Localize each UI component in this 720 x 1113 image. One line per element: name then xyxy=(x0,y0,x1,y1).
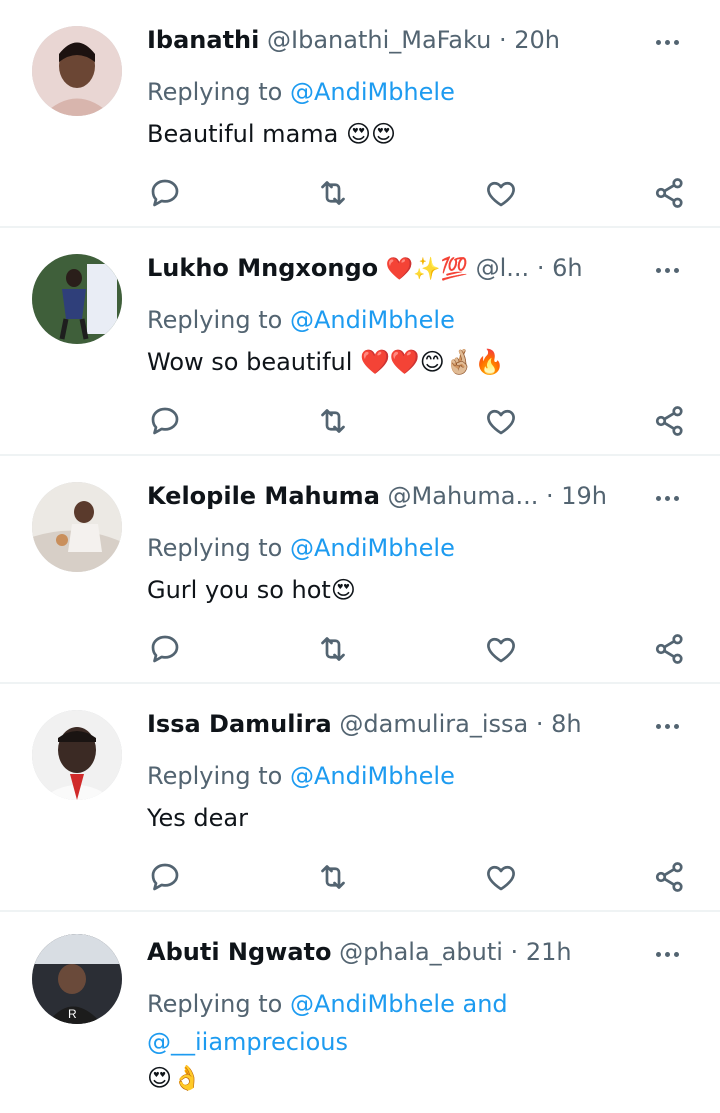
divider xyxy=(0,454,720,456)
reply-icon[interactable] xyxy=(147,175,183,211)
divider xyxy=(0,226,720,228)
retweet-icon[interactable] xyxy=(315,631,351,667)
avatar[interactable] xyxy=(32,254,122,344)
mention-link[interactable]: @AndiMbhele xyxy=(290,990,455,1018)
replies-feed: Ibanathi @Ibanathi_MaFaku · 20h Replying… xyxy=(0,0,720,1113)
replying-to: Replying to @AndiMbhele xyxy=(147,756,455,796)
retweet-icon[interactable] xyxy=(315,175,351,211)
share-icon[interactable] xyxy=(652,859,688,895)
author-handle[interactable]: @damulira_issa xyxy=(339,710,528,738)
replying-to: Replying to @AndiMbhele xyxy=(147,300,455,340)
mention-link[interactable]: @AndiMbhele xyxy=(290,762,455,790)
replying-to: Replying to @AndiMbhele xyxy=(147,72,455,112)
replying-to: Replying to @AndiMbhele xyxy=(147,528,455,568)
separator: · xyxy=(510,938,519,966)
like-icon[interactable] xyxy=(483,175,519,211)
like-icon[interactable] xyxy=(483,403,519,439)
tweet-text: Yes dear xyxy=(147,804,248,832)
share-icon[interactable] xyxy=(652,631,688,667)
avatar[interactable] xyxy=(32,482,122,572)
mention-link[interactable]: @AndiMbhele xyxy=(290,306,455,334)
svg-text:R: R xyxy=(68,1007,77,1021)
tweet-actions xyxy=(147,859,707,903)
share-icon[interactable] xyxy=(652,175,688,211)
more-options-icon[interactable] xyxy=(654,488,690,504)
author-handle[interactable]: @Mahuma... xyxy=(388,482,539,510)
timestamp[interactable]: 6h xyxy=(552,254,582,282)
replying-prefix: Replying to xyxy=(147,78,283,106)
divider xyxy=(0,682,720,684)
divider xyxy=(0,910,720,912)
author-name[interactable]: Kelopile Mahuma xyxy=(147,482,380,510)
more-options-icon[interactable] xyxy=(654,32,690,48)
tweet[interactable]: Kelopile Mahuma @Mahuma... · 19h Replyin… xyxy=(0,466,720,682)
timestamp[interactable]: 21h xyxy=(526,938,572,966)
timestamp[interactable]: 20h xyxy=(514,26,560,54)
reply-icon[interactable] xyxy=(147,859,183,895)
separator: · xyxy=(536,254,545,282)
author-name[interactable]: Lukho Mngxongo xyxy=(147,254,378,282)
tweet[interactable]: R Abuti Ngwato @phala_abuti · 21h Replyi… xyxy=(0,922,720,1113)
name-emoji: ❤️✨💯 xyxy=(385,257,468,282)
replying-prefix: Replying to xyxy=(147,990,283,1018)
timestamp[interactable]: 19h xyxy=(561,482,607,510)
mention-link[interactable]: @AndiMbhele xyxy=(290,78,455,106)
separator: · xyxy=(535,710,544,738)
avatar[interactable] xyxy=(32,710,122,800)
tweet-text: Gurl you so hot😍 xyxy=(147,576,356,604)
like-icon[interactable] xyxy=(483,859,519,895)
like-icon[interactable] xyxy=(483,631,519,667)
more-options-icon[interactable] xyxy=(654,260,690,276)
mention-and: and xyxy=(462,990,508,1018)
more-options-icon[interactable] xyxy=(654,716,690,732)
separator: · xyxy=(498,26,507,54)
replying-to-second: @__iiamprecious xyxy=(147,1022,348,1062)
author-name[interactable]: Ibanathi xyxy=(147,26,259,54)
tweet-text: Beautiful mama 😍😍 xyxy=(147,120,397,148)
reply-icon[interactable] xyxy=(147,631,183,667)
replying-to: Replying to @AndiMbhele and xyxy=(147,984,508,1024)
author-name[interactable]: Issa Damulira xyxy=(147,710,332,738)
tweet-actions xyxy=(147,403,707,447)
author-handle[interactable]: @Ibanathi_MaFaku xyxy=(267,26,491,54)
mention-link[interactable]: @__iiamprecious xyxy=(147,1028,348,1056)
share-icon[interactable] xyxy=(652,403,688,439)
tweet-text: 😍👌 xyxy=(147,1064,202,1092)
retweet-icon[interactable] xyxy=(315,403,351,439)
reply-icon[interactable] xyxy=(147,403,183,439)
tweet[interactable]: Ibanathi @Ibanathi_MaFaku · 20h Replying… xyxy=(0,10,720,226)
avatar[interactable] xyxy=(32,26,122,116)
author-name[interactable]: Abuti Ngwato xyxy=(147,938,332,966)
replying-prefix: Replying to xyxy=(147,306,283,334)
tweet-actions xyxy=(147,175,707,219)
author-handle[interactable]: @phala_abuti xyxy=(339,938,503,966)
tweet[interactable]: Lukho Mngxongo ❤️✨💯 @l... · 6h Replying … xyxy=(0,238,720,454)
tweet-text: Wow so beautiful ❤️❤️😊🤞🏼🔥 xyxy=(147,348,505,376)
retweet-icon[interactable] xyxy=(315,859,351,895)
mention-link[interactable]: @AndiMbhele xyxy=(290,534,455,562)
avatar[interactable]: R xyxy=(32,934,122,1024)
separator: · xyxy=(545,482,554,510)
replying-prefix: Replying to xyxy=(147,762,283,790)
tweet-actions xyxy=(147,631,707,675)
more-options-icon[interactable] xyxy=(654,944,690,960)
tweet[interactable]: Issa Damulira @damulira_issa · 8h Replyi… xyxy=(0,694,720,910)
replying-prefix: Replying to xyxy=(147,534,283,562)
author-handle[interactable]: @l... xyxy=(476,254,530,282)
timestamp[interactable]: 8h xyxy=(551,710,581,738)
